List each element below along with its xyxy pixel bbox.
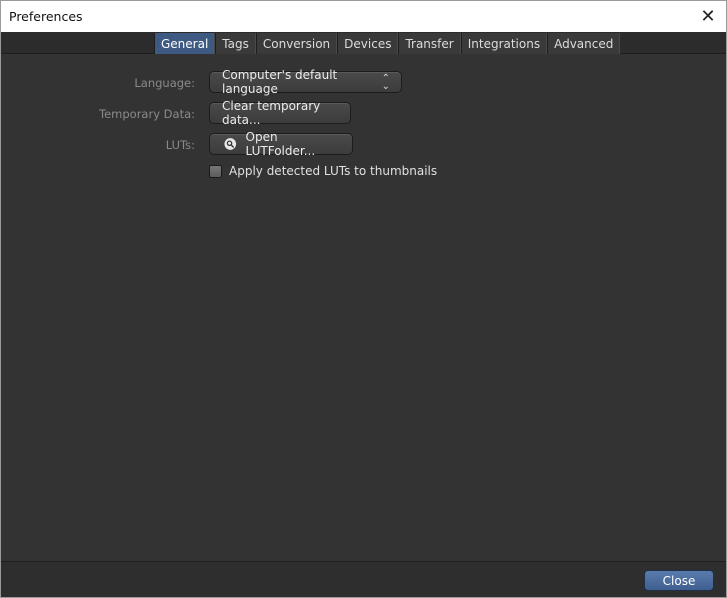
chevron-up-down-icon: ⌃ ⌄: [381, 73, 390, 92]
tab-advanced[interactable]: Advanced: [547, 33, 621, 54]
close-button[interactable]: Close: [644, 570, 714, 591]
language-label: Language:: [134, 76, 195, 90]
tab-conversion[interactable]: Conversion: [255, 33, 338, 54]
footer-bar: Close: [1, 561, 726, 597]
open-lut-folder-label: Open LUTFolder...: [245, 130, 316, 158]
language-value: Computer's default language: [222, 68, 338, 96]
tabs: General Tags Conversion Devices Transfer…: [154, 33, 621, 54]
open-lut-folder-button[interactable]: Open LUTFolder...: [209, 130, 353, 158]
apply-luts-checkbox[interactable]: [209, 165, 222, 178]
preferences-window: Preferences ✕ General Tags Conversion De…: [0, 0, 727, 598]
temporary-data-label: Temporary Data:: [99, 107, 195, 121]
language-select[interactable]: Computer's default language ⌃ ⌄: [209, 68, 402, 96]
close-icon[interactable]: ✕: [696, 4, 720, 28]
window-title: Preferences: [9, 9, 83, 24]
apply-luts-label[interactable]: Apply detected LUTs to thumbnails: [229, 164, 437, 178]
title-bar: Preferences ✕: [1, 1, 726, 32]
tab-devices[interactable]: Devices: [337, 33, 399, 54]
tab-general[interactable]: General: [154, 33, 216, 54]
close-button-label: Close: [662, 573, 696, 588]
luts-label: LUTs:: [165, 138, 195, 152]
clear-temporary-data-label: Clear temporary data...: [222, 99, 321, 127]
tab-transfer[interactable]: Transfer: [398, 33, 461, 54]
search-icon: [224, 138, 237, 150]
clear-temporary-data-button[interactable]: Clear temporary data...: [209, 99, 351, 127]
tab-integrations[interactable]: Integrations: [460, 33, 548, 54]
tab-bar: General Tags Conversion Devices Transfer…: [1, 32, 726, 54]
tab-tags[interactable]: Tags: [215, 33, 256, 54]
general-panel: Language: Computer's default language ⌃ ⌄…: [1, 54, 726, 561]
